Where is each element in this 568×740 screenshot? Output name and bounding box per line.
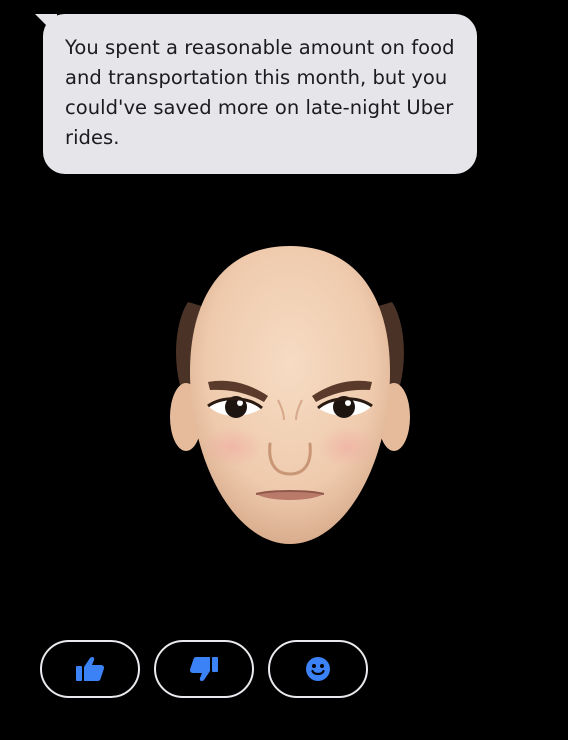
memoji-face-icon (170, 246, 410, 544)
message-text: You spent a reasonable amount on food an… (65, 36, 455, 149)
smiley-button[interactable] (268, 640, 368, 698)
avatar (150, 232, 430, 562)
thumbs-up-button[interactable] (40, 640, 140, 698)
reaction-bar (40, 640, 368, 698)
thumbs-down-icon (189, 657, 218, 682)
smiley-icon (306, 657, 330, 681)
thumbs-up-icon (76, 656, 105, 681)
thumbs-down-button[interactable] (154, 640, 254, 698)
message-bubble: You spent a reasonable amount on food an… (43, 14, 477, 174)
